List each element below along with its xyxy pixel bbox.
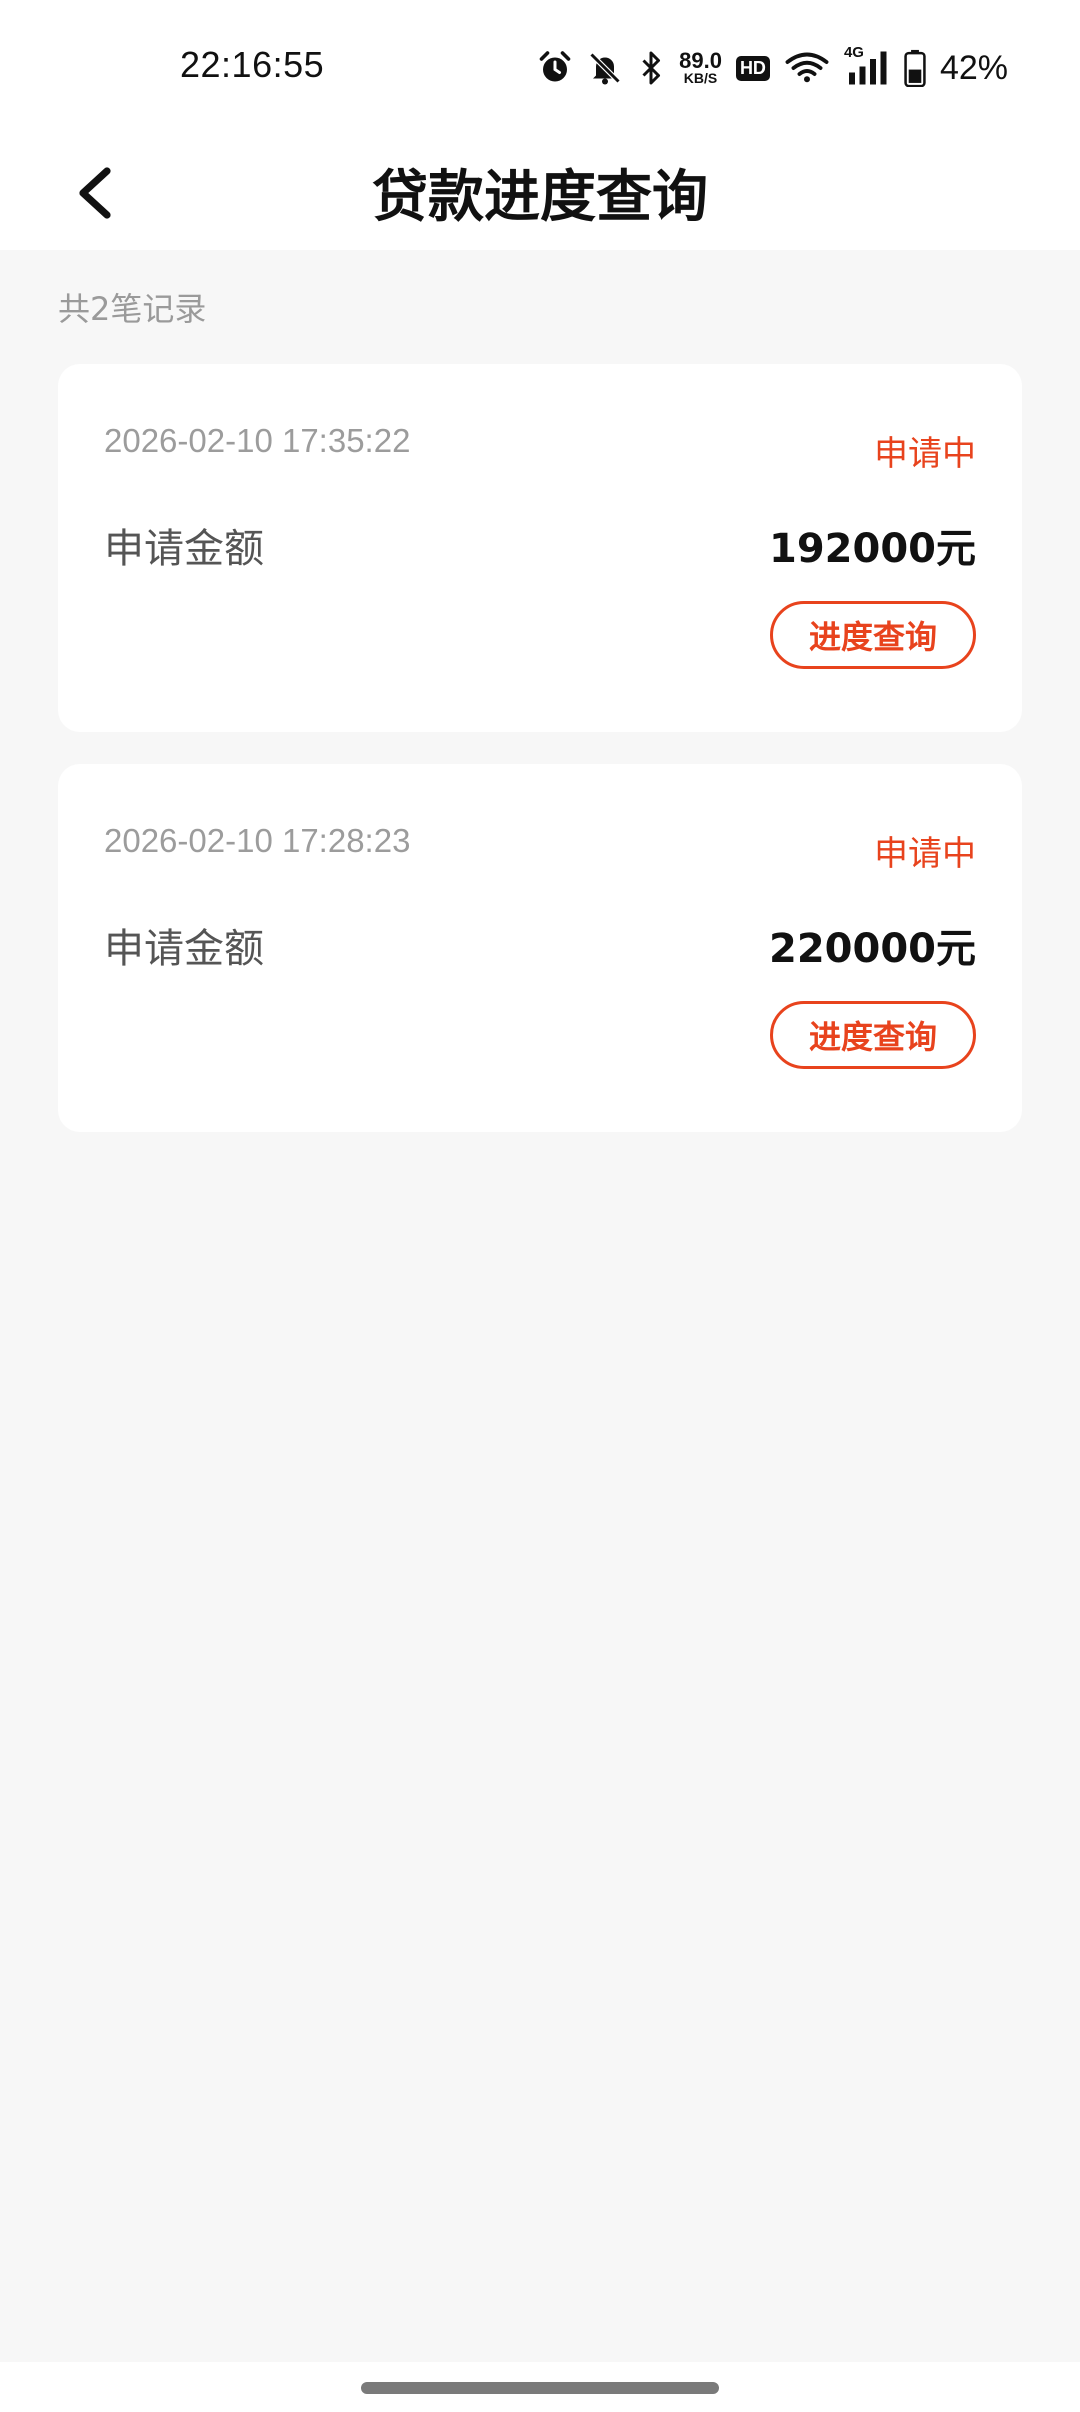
alarm-icon bbox=[537, 50, 573, 86]
nav-bar: 贷款进度查询 bbox=[0, 140, 1080, 250]
amount-label: 申请金额 bbox=[104, 926, 264, 972]
progress-query-button[interactable]: 进度查询 bbox=[770, 1001, 976, 1069]
amount-label: 申请金额 bbox=[104, 526, 264, 572]
bluetooth-icon bbox=[637, 50, 665, 86]
status-time: 22:16:55 bbox=[180, 44, 325, 85]
net-speed-value: 89.0 bbox=[679, 47, 722, 73]
battery-icon bbox=[904, 49, 926, 87]
gesture-bar bbox=[0, 2362, 1080, 2412]
wifi-icon bbox=[784, 50, 830, 86]
loan-record-card: 2026-02-10 17:35:22 申请中 申请金额 192000元 进度查… bbox=[58, 364, 1022, 732]
record-count: 共2笔记录 bbox=[58, 290, 207, 328]
amount-value: 220000元 bbox=[769, 926, 976, 972]
status-bar: 22:16:55 89.0 KB/S HD 4G 42% bbox=[0, 0, 1080, 140]
net-speed: 89.0 KB/S bbox=[679, 47, 722, 86]
status-badge: 申请中 bbox=[874, 434, 976, 474]
loan-record-card: 2026-02-10 17:28:23 申请中 申请金额 220000元 进度查… bbox=[58, 764, 1022, 1132]
page-title: 贷款进度查询 bbox=[372, 165, 708, 230]
amount-value: 192000元 bbox=[769, 526, 976, 572]
progress-query-button[interactable]: 进度查询 bbox=[770, 601, 976, 669]
record-time: 2026-02-10 17:28:23 bbox=[104, 822, 411, 859]
network-type-label: 4G bbox=[843, 44, 864, 61]
home-indicator[interactable] bbox=[361, 2382, 719, 2394]
record-time: 2026-02-10 17:35:22 bbox=[104, 422, 411, 459]
status-icons: 89.0 KB/S HD 4G 42% bbox=[537, 44, 1008, 92]
mute-bell-icon bbox=[587, 50, 623, 86]
net-speed-unit: KB/S bbox=[683, 69, 718, 86]
signal-icon: 4G bbox=[844, 44, 890, 86]
status-badge: 申请中 bbox=[874, 834, 976, 874]
hd-badge: HD bbox=[735, 55, 770, 81]
battery-percent: 42% bbox=[939, 48, 1008, 87]
